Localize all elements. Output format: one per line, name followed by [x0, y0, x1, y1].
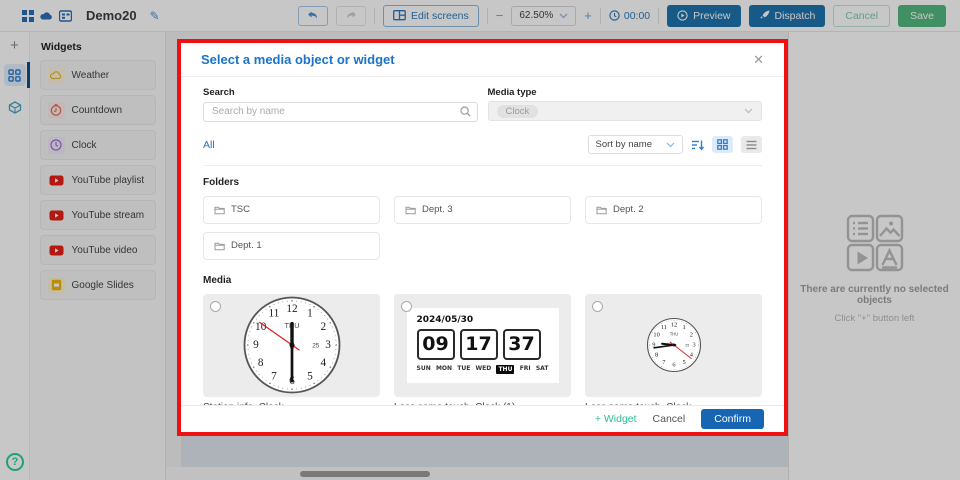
svg-text:9: 9: [253, 339, 259, 351]
svg-text:11: 11: [660, 324, 666, 331]
list-view-toggle[interactable]: [741, 136, 762, 153]
svg-text:11: 11: [268, 308, 279, 320]
modal-cancel-button[interactable]: Cancel: [653, 413, 686, 425]
folder-card-dept-2[interactable]: Dept. 2: [585, 196, 762, 224]
digital-clock-preview: 2024/05/30 09 17 37 SUN MON TUE WED THU FRI SA…: [407, 308, 559, 383]
add-widget-link[interactable]: + Widget: [595, 413, 637, 425]
svg-text:12: 12: [670, 321, 676, 328]
digital-minutes: 17: [460, 329, 498, 360]
folder-name: Dept. 3: [422, 204, 453, 215]
digital-day-fri: FRI: [520, 365, 531, 374]
folder-name: Dept. 1: [231, 240, 262, 251]
media-item: 123456789101112THU25 Less same touch_Clo…: [585, 294, 762, 406]
digital-seconds: 37: [503, 329, 541, 360]
folder-icon: [214, 241, 225, 251]
svg-text:1: 1: [307, 308, 313, 320]
media-type-label: Media type: [488, 87, 763, 98]
modal-header: Select a media object or widget ✕: [181, 43, 784, 77]
folder-icon: [405, 205, 416, 215]
svg-text:3: 3: [325, 339, 331, 351]
svg-text:8: 8: [257, 357, 263, 369]
svg-text:2: 2: [320, 321, 326, 333]
svg-text:25: 25: [685, 343, 689, 347]
folder-name: TSC: [231, 204, 250, 215]
media-card[interactable]: 123456789101112THU25: [203, 294, 380, 397]
radio-button[interactable]: [592, 301, 603, 312]
chevron-down-icon: [744, 108, 753, 114]
search-label: Search: [203, 87, 478, 98]
digital-day-sat: SAT: [536, 365, 549, 374]
svg-text:2: 2: [689, 331, 692, 338]
modal-body: Search Media type Clock All: [181, 77, 784, 405]
grid-view-toggle[interactable]: [712, 136, 733, 153]
media-card[interactable]: 123456789101112THU25: [585, 294, 762, 397]
folder-icon: [214, 205, 225, 215]
grid-view-icon: [717, 139, 728, 150]
folder-card-tsc[interactable]: TSC: [203, 196, 380, 224]
folders-grid: TSC Dept. 3 Dept. 2 Dept. 1: [203, 196, 762, 260]
folder-icon: [596, 205, 607, 215]
media-item: 123456789101112THU25 Station info_Clock: [203, 294, 380, 406]
svg-text:7: 7: [271, 370, 277, 382]
folder-card-dept-3[interactable]: Dept. 3: [394, 196, 571, 224]
svg-text:3: 3: [692, 342, 695, 349]
confirm-button[interactable]: Confirm: [701, 409, 764, 429]
media-type-chip: Clock: [497, 105, 539, 118]
filter-all-link[interactable]: All: [203, 139, 215, 151]
sort-order-icon[interactable]: [691, 139, 704, 151]
chevron-down-icon: [666, 142, 675, 148]
svg-text:5: 5: [682, 359, 685, 366]
digital-day-sun: SUN: [417, 365, 431, 374]
digital-day-thu: THU: [496, 365, 514, 374]
modal-title: Select a media object or widget: [201, 52, 395, 67]
folders-section-title: Folders: [203, 177, 762, 188]
svg-text:4: 4: [320, 357, 326, 369]
svg-text:25: 25: [312, 343, 320, 350]
media-grid: 123456789101112THU25 Station info_Clock …: [203, 294, 762, 406]
search-icon: [460, 106, 471, 117]
media-type-select[interactable]: Clock: [488, 101, 763, 121]
digital-day-mon: MON: [436, 365, 452, 374]
digital-date: 2024/05/30: [417, 315, 549, 325]
svg-text:10: 10: [653, 331, 659, 338]
analog-clock-preview: 123456789101112THU25: [243, 296, 341, 394]
list-view-icon: [746, 140, 757, 150]
annotation-highlight-box: Select a media object or widget ✕ Search…: [177, 39, 788, 436]
digital-hours: 09: [417, 329, 455, 360]
divider: [203, 165, 762, 166]
select-media-modal: Select a media object or widget ✕ Search…: [181, 43, 784, 432]
close-icon[interactable]: ✕: [753, 52, 764, 68]
radio-button[interactable]: [210, 301, 221, 312]
media-section-title: Media: [203, 275, 762, 286]
folder-card-dept-1[interactable]: Dept. 1: [203, 232, 380, 260]
digital-day-wed: WED: [476, 365, 492, 374]
folder-name: Dept. 2: [613, 204, 644, 215]
svg-text:12: 12: [286, 303, 298, 315]
digital-day-tue: TUE: [457, 365, 470, 374]
sort-by-value: Sort by name: [596, 139, 653, 150]
svg-text:1: 1: [682, 324, 685, 331]
search-input[interactable]: [203, 102, 478, 122]
analog-clock-preview: 123456789101112THU25: [646, 317, 702, 373]
media-card[interactable]: 2024/05/30 09 17 37 SUN MON TUE WED THU FRI SA…: [394, 294, 571, 397]
svg-text:6: 6: [672, 362, 675, 369]
radio-button[interactable]: [401, 301, 412, 312]
svg-text:5: 5: [307, 370, 313, 382]
svg-text:8: 8: [654, 352, 657, 359]
modal-footer: + Widget Cancel Confirm: [181, 405, 784, 432]
media-item: 2024/05/30 09 17 37 SUN MON TUE WED THU FRI SA…: [394, 294, 571, 406]
svg-text:THU: THU: [669, 332, 678, 337]
sort-by-select[interactable]: Sort by name: [588, 135, 684, 154]
